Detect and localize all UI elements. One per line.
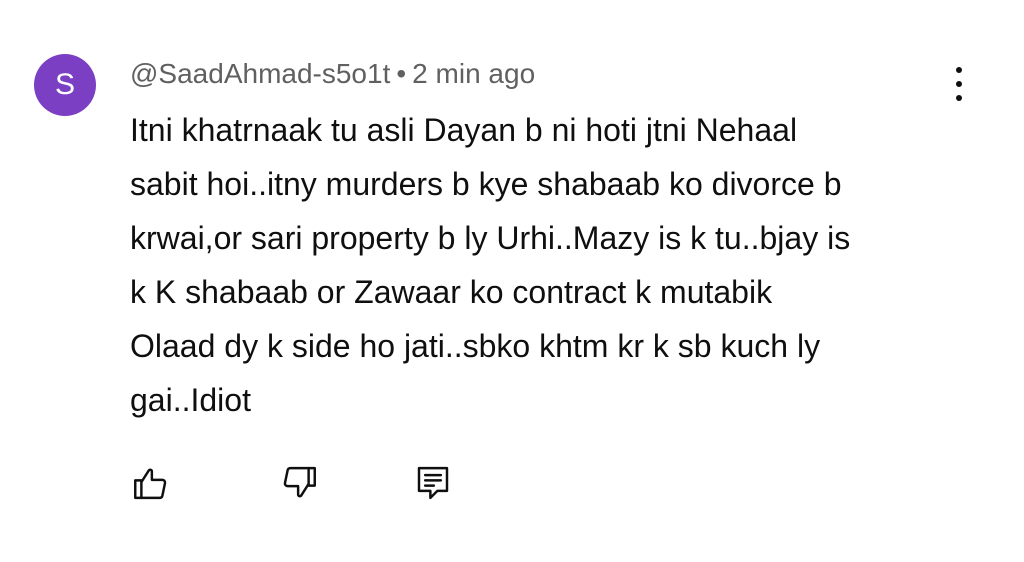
comment-card: S @SaadAhmad-s5o1t • 2 min ago Itni khatrn… [0, 0, 1024, 562]
reply-button[interactable] [410, 460, 456, 506]
comment-text-line: sabit hoi..itny murders b kye shabaab ko… [130, 166, 842, 202]
comment-header: @SaadAhmad-s5o1t • 2 min ago [130, 56, 535, 92]
reply-comment-icon [417, 466, 449, 500]
more-dot [956, 81, 962, 87]
like-button[interactable] [128, 460, 174, 506]
comment-text-line: krwai,or sari property b ly Urhi..Mazy i… [130, 220, 851, 256]
avatar[interactable]: S [34, 54, 96, 116]
comment-timestamp[interactable]: 2 min ago [412, 58, 535, 89]
header-separator: • [396, 58, 407, 89]
comment-text: Itni khatrnaak tu asli Dayan b ni hoti j… [130, 103, 960, 427]
comment-text-line: k K shabaab or Zawaar ko contract k muta… [130, 274, 773, 310]
thumb-up-icon [134, 468, 167, 500]
more-dot [956, 67, 962, 73]
comment-text-line: Itni khatrnaak tu asli Dayan b ni hoti j… [130, 112, 798, 148]
avatar-letter: S [54, 68, 75, 101]
comment-text-line: Olaad dy k side ho jati..sbko khtm kr k … [130, 328, 821, 364]
dislike-button[interactable] [276, 460, 322, 506]
thumb-down-icon [283, 466, 316, 498]
more-dot [956, 95, 962, 101]
author-handle[interactable]: @SaadAhmad-s5o1t [130, 58, 390, 89]
comment-text-line: gai..Idiot [130, 382, 251, 418]
more-vert-icon[interactable] [944, 64, 974, 104]
